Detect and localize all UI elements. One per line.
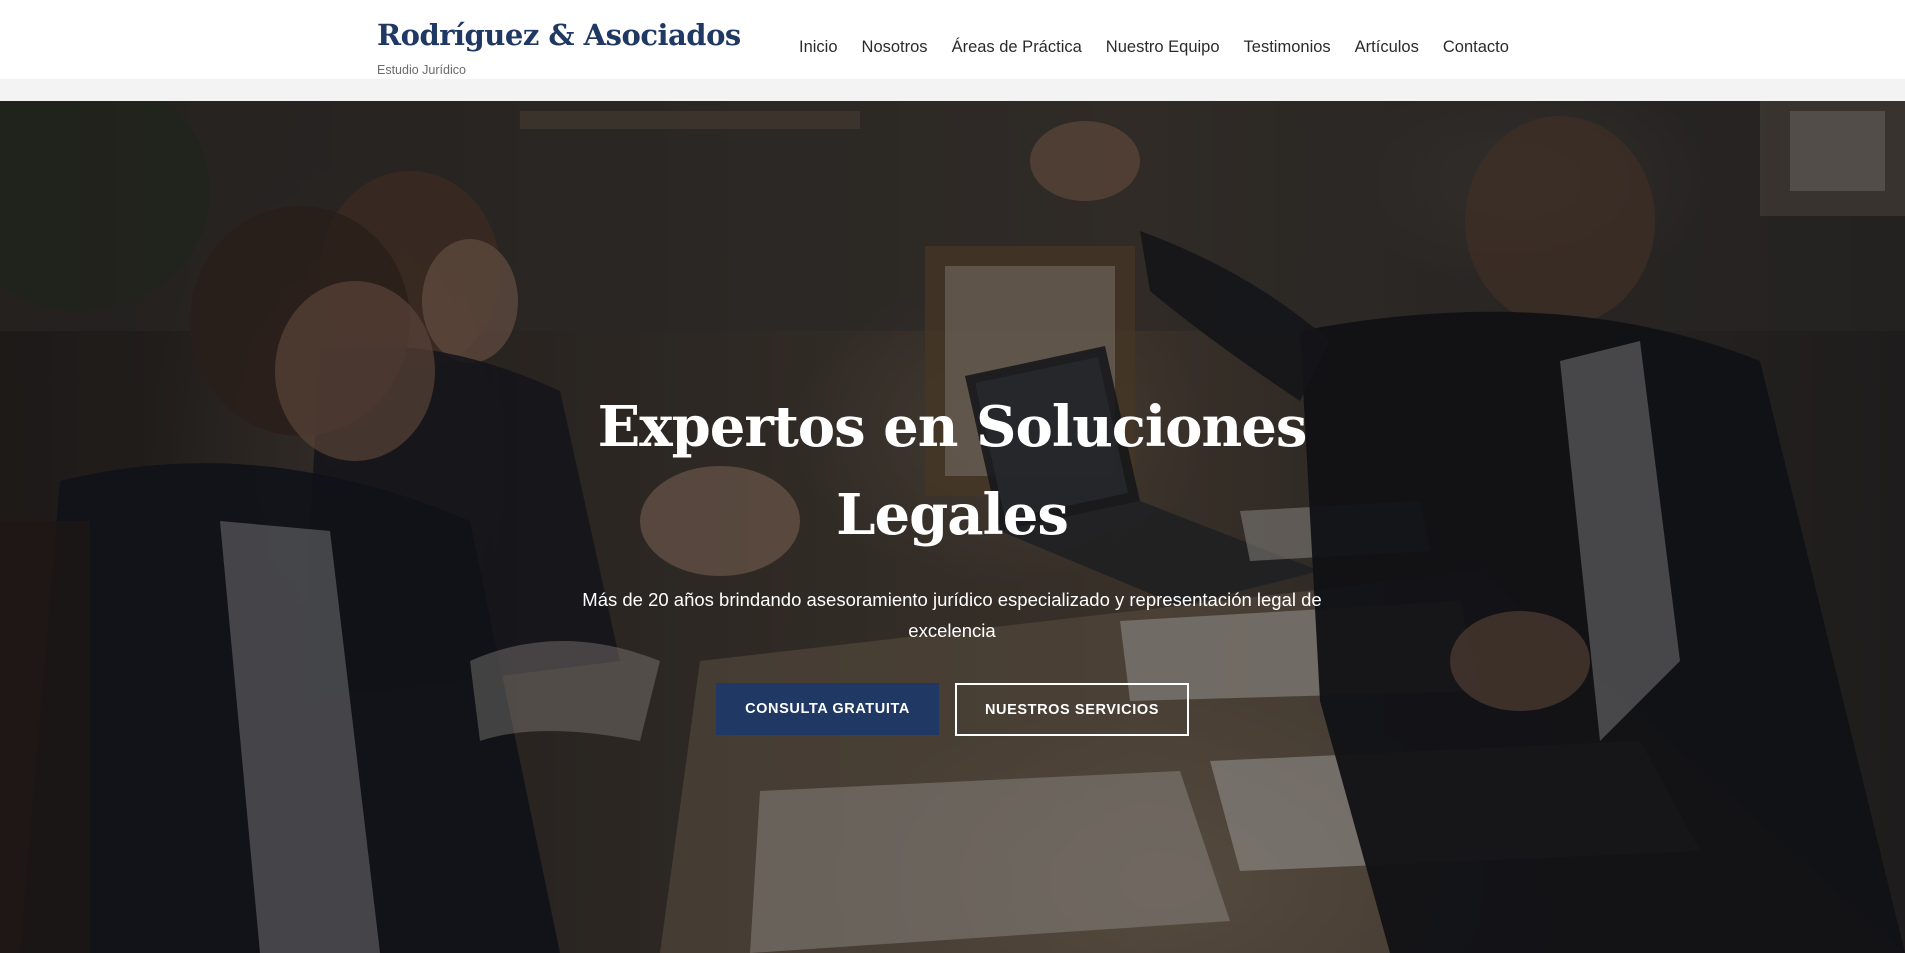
nav-item-nosotros[interactable]: Nosotros <box>862 38 928 57</box>
hero-title: Expertos en Soluciones Legales <box>597 394 1308 548</box>
brand-name[interactable]: Rodríguez & Asociados <box>377 18 741 52</box>
hero-section: Expertos en Soluciones Legales Más de 20… <box>0 101 1905 953</box>
brand-logo[interactable]: Rodríguez & Asociados Estudio Jurídico <box>377 18 741 77</box>
hero-subtitle: Más de 20 años brindando asesoramiento j… <box>582 589 1322 641</box>
nav-item-testimonios[interactable]: Testimonios <box>1244 38 1331 57</box>
nav-item-areas-de-practica[interactable]: Áreas de Práctica <box>952 38 1082 57</box>
nav-item-inicio[interactable]: Inicio <box>799 38 838 57</box>
hero-content: Expertos en Soluciones Legales Más de 20… <box>0 101 1905 953</box>
nav-item-contacto[interactable]: Contacto <box>1443 38 1509 57</box>
header-divider <box>0 79 1905 101</box>
main-nav: Inicio Nosotros Áreas de Práctica Nuestr… <box>799 38 1533 57</box>
nav-item-articulos[interactable]: Artículos <box>1355 38 1419 57</box>
our-services-button[interactable]: NUESTROS SERVICIOS <box>955 683 1189 736</box>
nav-item-nuestro-equipo[interactable]: Nuestro Equipo <box>1106 38 1220 57</box>
brand-tagline: Estudio Jurídico <box>377 63 466 77</box>
free-consultation-button[interactable]: CONSULTA GRATUITA <box>716 683 939 735</box>
